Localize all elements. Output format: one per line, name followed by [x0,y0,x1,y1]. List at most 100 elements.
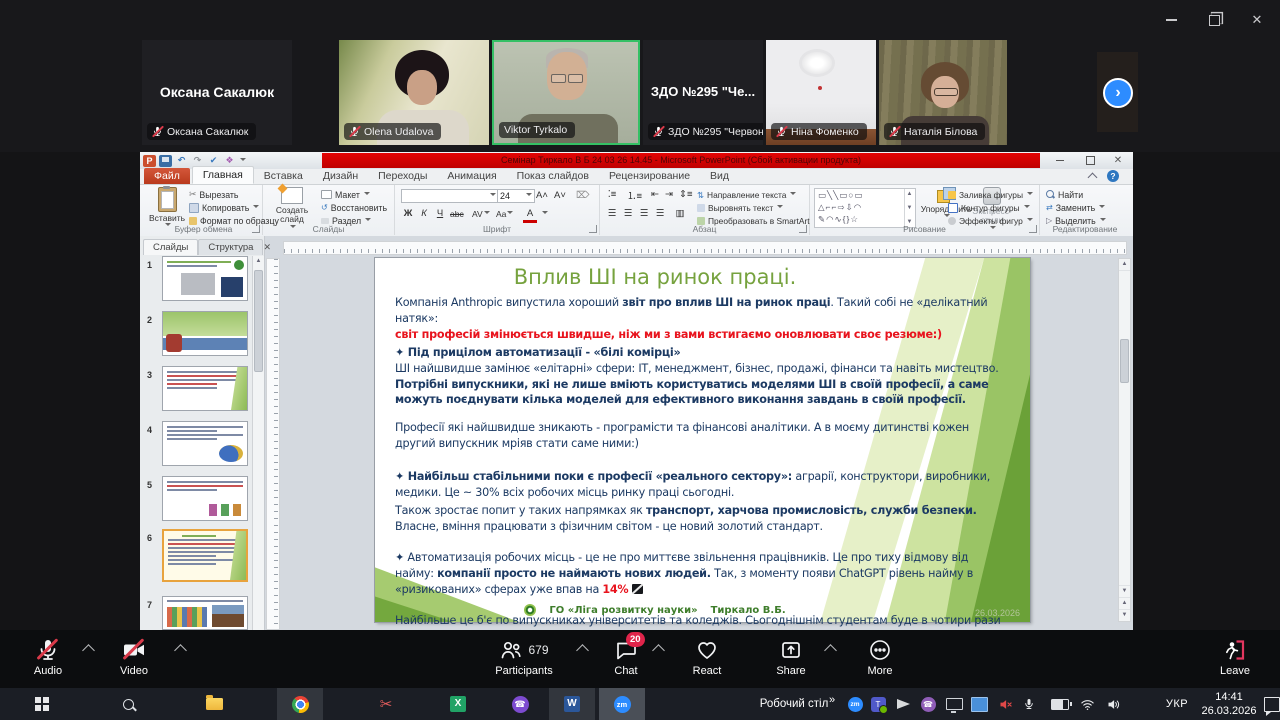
gallery-next-page-button[interactable]: › [1103,78,1133,108]
participant-tile-viktor-active-speaker[interactable]: Viktor Tyrkalo [492,40,640,145]
react-button[interactable]: React [662,637,752,677]
ppt-close-button[interactable]: ✕ [1106,154,1130,167]
spelling-icon[interactable]: ✔ [207,155,220,167]
find-button[interactable]: Найти [1046,188,1083,201]
powerpoint-logo-icon[interactable]: P [143,154,156,167]
cut-button[interactable]: ✂ Вырезать [189,188,239,201]
zoom-restore-button[interactable] [1203,11,1225,29]
italic-button[interactable]: К [417,207,431,220]
tab-transitions[interactable]: Переходы [368,168,437,184]
desktop-toolbar-label[interactable]: Робочий стіл [760,688,829,720]
scroll-up-icon[interactable]: ▲ [1119,259,1130,271]
replace-button[interactable]: ⇄ Заменить [1046,201,1106,214]
tab-review[interactable]: Рецензирование [599,168,700,184]
font-name-combo[interactable] [401,189,499,203]
ppt-minimize-button[interactable] [1048,154,1072,167]
tray-muted-speaker-icon[interactable] [996,688,1014,720]
slide-thumbnail-2[interactable] [162,311,248,356]
font-dialog-launcher[interactable] [589,225,597,233]
scrollbar-thumb[interactable] [254,270,263,372]
tab-insert[interactable]: Вставка [254,168,313,184]
previous-slide-icon[interactable]: ▲ [1119,597,1130,609]
underline-button[interactable]: Ч [433,207,447,220]
bullets-icon[interactable]: ⁚≡ [605,188,619,201]
tab-file[interactable]: Файл [144,168,190,184]
scroll-up-icon[interactable]: ▲ [253,256,264,267]
participants-button[interactable]: 679 Participants [464,637,584,677]
character-spacing-button[interactable]: AV [471,207,491,220]
align-text-button[interactable]: Выровнять текст [697,201,784,214]
text-direction-button[interactable]: ⇅ Направление текста [697,188,797,201]
tab-slideshow[interactable]: Показ слайдов [507,168,599,184]
chrome-button[interactable] [277,688,323,720]
tray-display-icon[interactable] [945,688,963,720]
shapes-gallery[interactable]: ▭╲╲▭○▭ △⌐⌐⇨⇩◠ ✎◠∿{}☆ ▲ ▼ ▼ [814,188,916,228]
shapes-scroll[interactable]: ▲ ▼ ▼ [904,189,915,227]
zoom-minimize-button[interactable] [1160,11,1182,29]
decrease-indent-icon[interactable]: ⇤ [648,188,662,201]
tray-wifi-icon[interactable] [1078,688,1096,720]
undo-icon[interactable]: ↶ [175,155,188,167]
zoom-close-button[interactable]: ✕ [1246,11,1268,29]
taskbar-search-button[interactable] [105,688,151,720]
shape-outline-button[interactable]: Контур фигуры [948,201,1030,214]
copy-button[interactable]: Копировать [189,201,260,214]
tray-teams-icon[interactable]: T [869,688,888,720]
start-button[interactable] [19,688,65,720]
participant-tile-nina[interactable]: Ніна Фоменко [766,40,876,145]
slide-thumbnail-3[interactable] [162,366,248,411]
stamp-icon[interactable]: ❖ [223,155,236,167]
zoom-app-button[interactable]: zm [599,688,645,720]
tray-expand-icon[interactable]: » [826,684,838,716]
reset-button[interactable]: ↺ Восстановить [321,201,387,214]
participant-tile-zdo295[interactable]: ЗДО №295 "Че... ЗДО №295 "Червон... [643,40,763,145]
tray-viber-icon[interactable]: ☎ [919,688,937,720]
language-indicator[interactable]: УКР [1160,688,1194,720]
layout-button[interactable]: Макет [321,188,370,201]
shape-effects-button[interactable]: Эффекты фигур [948,214,1033,227]
participant-tile-natalia[interactable]: Наталія Білова [879,40,1007,145]
qat-customize-dropdown-icon[interactable] [240,157,246,164]
participant-tile-olena[interactable]: Olena Udalova [339,40,489,145]
tray-app-icon[interactable] [970,688,988,720]
slide-scrollbar[interactable]: ▲ ▼ ▲ ▼ [1118,258,1131,622]
ppt-restore-button[interactable] [1078,154,1102,167]
audio-button[interactable]: Audio [3,637,93,677]
tab-outline-panel[interactable]: Структура [198,239,264,255]
panel-close-icon[interactable]: ✕ [263,239,271,255]
line-spacing-icon[interactable]: ⇕≡ [678,188,694,201]
video-button[interactable]: Video [89,637,179,677]
slide-thumbnail-1[interactable] [162,256,248,301]
tray-telegram-icon[interactable] [894,688,912,720]
collapse-ribbon-icon[interactable] [1087,172,1097,183]
tab-home[interactable]: Главная [191,166,254,184]
redo-icon[interactable]: ↷ [191,155,204,167]
file-explorer-button[interactable] [191,688,237,720]
tray-mic-icon[interactable] [1020,688,1038,720]
viber-button[interactable]: ☎ [497,688,543,720]
snipping-tool-button[interactable]: ✂ [363,688,409,720]
scrollbar-thumb[interactable] [1120,339,1129,383]
slide-canvas[interactable]: Вплив ШІ на ринок праці. Компанія Anthro… [375,258,1030,630]
slide-thumbnail-4[interactable] [162,421,248,466]
shrink-font-icon[interactable]: A˅ [553,189,567,202]
justify-icon[interactable]: ☰ [653,207,667,220]
strikethrough-button[interactable]: abc [449,207,465,220]
align-left-icon[interactable]: ☰ [605,207,619,220]
align-right-icon[interactable]: ☰ [637,207,651,220]
tab-view[interactable]: Вид [700,168,739,184]
tab-slides-panel[interactable]: Слайды [143,239,199,255]
numbering-icon[interactable]: ⒈≡ [626,188,643,202]
clipboard-dialog-launcher[interactable] [252,225,260,233]
excel-button[interactable]: X [435,688,481,720]
clear-formatting-icon[interactable]: ⌦ [575,189,590,202]
share-button[interactable]: Share [746,637,836,677]
tray-zoom-icon[interactable]: zm [846,688,864,720]
tab-design[interactable]: Дизайн [313,168,368,184]
next-slide-icon[interactable]: ▼ [1119,609,1130,621]
word-button[interactable]: W [549,688,595,720]
font-color-button[interactable]: A [523,207,537,223]
paragraph-dialog-launcher[interactable] [799,225,807,233]
paste-button[interactable]: Вставить [149,186,185,229]
panel-scrollbar[interactable]: ▲ [252,256,264,630]
